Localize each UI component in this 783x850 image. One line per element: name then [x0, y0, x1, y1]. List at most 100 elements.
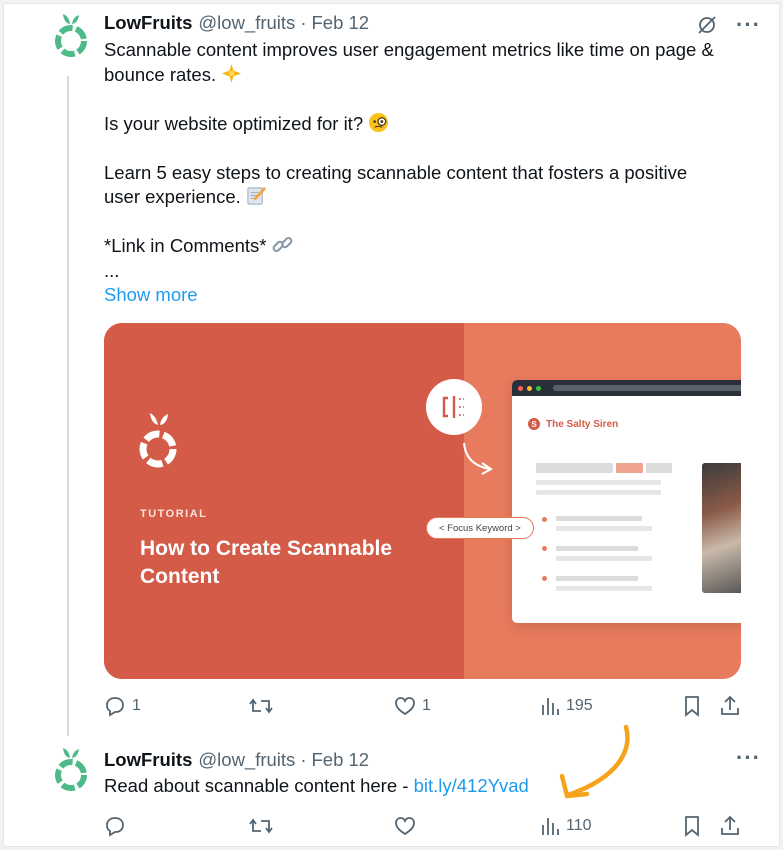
tweet-line: Is your website optimized for it?	[104, 112, 754, 137]
more-icon[interactable]: ···	[736, 747, 761, 769]
placeholder-line	[556, 526, 652, 531]
maximize-dot-icon	[536, 385, 541, 391]
views-icon	[542, 698, 559, 715]
tweet-line-text: Read about scannable content here -	[104, 775, 414, 796]
minimize-dot-icon	[527, 385, 532, 391]
tweet-line: *Link in Comments*	[104, 234, 754, 259]
scan-lens-badge	[426, 379, 482, 435]
tweet-link[interactable]: bit.ly/412Yvad	[414, 775, 529, 796]
repost-icon	[249, 818, 273, 834]
bullet	[542, 517, 547, 522]
sparkle-emoji-icon	[222, 63, 242, 83]
site-name: The Salty Siren	[546, 418, 619, 430]
placeholder-line	[536, 463, 613, 473]
reply-icon	[106, 697, 124, 717]
views-count: 195	[566, 697, 593, 714]
avatar[interactable]	[51, 746, 91, 791]
views-count: 110	[566, 817, 592, 834]
bullet	[542, 546, 547, 551]
views-button[interactable]: 195	[540, 695, 593, 717]
site-header: S The Salty Siren	[528, 418, 618, 430]
share-button[interactable]	[719, 695, 741, 717]
placeholder-line	[556, 576, 638, 581]
share-icon	[721, 695, 739, 715]
tweet-line-text: bounce rates.	[104, 63, 217, 85]
grok-icon[interactable]	[696, 14, 718, 36]
tweet-top-controls: ···	[696, 14, 761, 36]
tweet-media-image[interactable]: TUTORIAL How to Create Scannable Content…	[104, 323, 741, 679]
tweet-text: Read about scannable content here - bit.…	[104, 774, 754, 799]
tweet-date[interactable]: Feb 12	[311, 12, 369, 34]
bookmark-icon	[685, 816, 699, 837]
tweet-line-text: Is your website optimized for it?	[104, 112, 364, 134]
more-icon[interactable]: ···	[736, 14, 761, 36]
reply-button[interactable]	[104, 815, 132, 837]
tweet-actions: 1 1 195	[104, 695, 744, 719]
placeholder-line	[556, 586, 652, 591]
like-button[interactable]	[394, 815, 422, 837]
bookmark-button[interactable]	[682, 815, 702, 837]
media-title: How to Create Scannable Content	[140, 537, 393, 588]
tweet-line: user experience.	[104, 185, 754, 210]
tweet-line: Scannable content improves user engageme…	[104, 38, 754, 63]
tweet-line: bounce rates.	[104, 63, 754, 88]
focus-keyword-pill: < Focus Keyword >	[426, 517, 534, 539]
like-count: 1	[422, 697, 431, 714]
reply-count: 1	[132, 697, 141, 714]
close-dot-icon	[518, 385, 523, 391]
tweet-line	[104, 87, 754, 112]
lowfruits-logo-icon	[139, 413, 177, 468]
tweet-line: ...	[104, 259, 754, 284]
show-more-link[interactable]: Show more	[104, 284, 198, 306]
bullet	[542, 576, 547, 581]
separator: ·	[300, 12, 307, 33]
tweet-top-controls: ···	[736, 747, 761, 769]
scan-icon	[442, 396, 464, 418]
tweet-line-text: Scannable content improves user engageme…	[104, 39, 714, 60]
browser-bar	[512, 380, 741, 396]
placeholder-line	[556, 556, 652, 561]
tweet-line	[104, 210, 754, 235]
placeholder-line	[536, 480, 661, 485]
orange-arrow-icon	[559, 724, 630, 799]
tweet-line: Read about scannable content here - bit.…	[104, 774, 754, 799]
author-handle[interactable]: @low_fruits	[198, 12, 295, 34]
repost-button[interactable]	[249, 815, 279, 837]
tweet-header: LowFruits @low_fruits · Feb 12	[104, 11, 369, 35]
tweet-line-text: user experience.	[104, 186, 241, 207]
like-icon	[395, 817, 415, 836]
link-emoji-icon	[272, 236, 292, 253]
media-left-panel	[104, 323, 464, 679]
curved-arrow-icon	[463, 442, 493, 475]
url-bar	[553, 385, 741, 391]
author-name[interactable]: LowFruits	[104, 749, 192, 771]
reply-button[interactable]: 1	[104, 695, 141, 717]
site-logo: S	[528, 418, 540, 430]
author-handle[interactable]: @low_fruits	[198, 749, 295, 771]
tweet-actions: 110	[104, 815, 744, 839]
lowfruits-logo-icon	[55, 14, 87, 57]
repost-button[interactable]	[249, 695, 279, 717]
tweet-line-text: ...	[104, 259, 120, 281]
author-name[interactable]: LowFruits	[104, 12, 192, 34]
building-photo	[702, 463, 741, 593]
tweet-date[interactable]: Feb 12	[311, 749, 369, 771]
share-button[interactable]	[719, 815, 741, 837]
placeholder-line	[556, 546, 638, 551]
monocle-emoji-icon	[369, 112, 389, 132]
browser-mockup: S The Salty Siren	[512, 380, 741, 623]
reply-icon	[106, 817, 124, 837]
tweet-line: Learn 5 easy steps to creating scannable…	[104, 161, 754, 186]
bookmark-button[interactable]	[682, 695, 702, 717]
share-icon	[721, 815, 739, 835]
tweet-line-text: *Link in Comments*	[104, 235, 267, 256]
timeline-card: LowFruits @low_fruits · Feb 12 ··· Scann…	[3, 3, 780, 847]
separator: ·	[300, 749, 307, 770]
tweet-header: LowFruits @low_fruits · Feb 12	[104, 748, 369, 772]
bookmark-icon	[685, 696, 699, 717]
views-button[interactable]: 110	[540, 815, 592, 837]
avatar[interactable]	[51, 12, 91, 57]
like-button[interactable]: 1	[394, 695, 431, 717]
lowfruits-logo-icon	[55, 748, 87, 791]
tweet-line	[104, 136, 754, 161]
